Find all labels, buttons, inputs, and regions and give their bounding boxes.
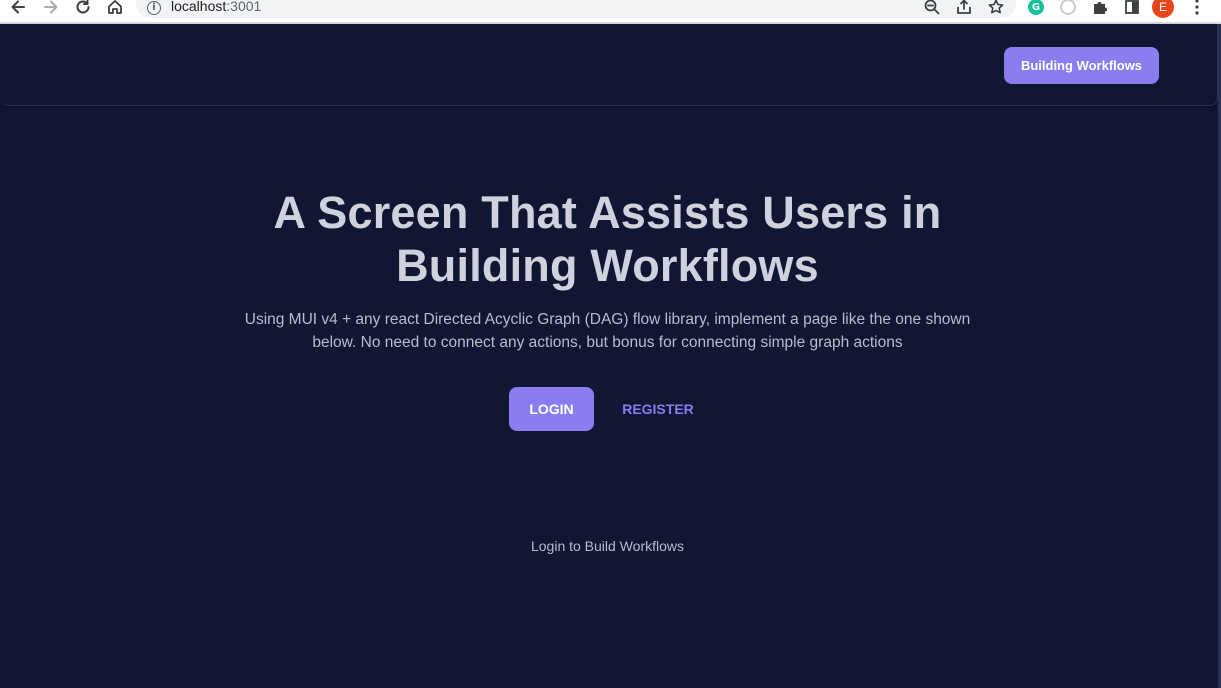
grammarly-icon[interactable]: G <box>1025 0 1047 18</box>
register-button[interactable]: REGISTER <box>612 387 704 431</box>
side-panel-icon[interactable] <box>1121 0 1143 18</box>
profile-initial: E <box>1152 0 1174 18</box>
kebab-menu-icon[interactable] <box>1186 0 1208 18</box>
url-host: localhost <box>171 0 227 14</box>
url-port: :3001 <box>226 0 262 14</box>
hero-title: A Screen That Assists Users in Building … <box>273 187 942 291</box>
profile-avatar[interactable]: E <box>1152 0 1174 18</box>
address-bar[interactable]: i localhost:3001 <box>136 0 1016 18</box>
hero-subtitle: Using MUI v4 + any react Directed Acycli… <box>244 311 971 351</box>
building-workflows-button[interactable]: Building Workflows <box>1004 47 1159 84</box>
app-bar: Building Workflows <box>0 24 1218 106</box>
home-icon[interactable] <box>104 0 126 18</box>
forward-arrow-icon[interactable] <box>40 0 62 18</box>
puzzle-extensions-icon[interactable] <box>1089 0 1111 18</box>
star-icon[interactable] <box>985 0 1007 18</box>
back-arrow-icon[interactable] <box>7 0 29 18</box>
browser-toolbar: i localhost:3001 G E <box>0 0 1221 24</box>
extension-ring-icon[interactable] <box>1057 0 1079 18</box>
login-button[interactable]: LOGIN <box>509 387 594 431</box>
page-body: Building Workflows A Screen That Assists… <box>0 24 1221 688</box>
url-text[interactable]: localhost:3001 <box>171 0 261 14</box>
footer-login-hint: Login to Build Workflows <box>530 538 685 554</box>
zoom-out-icon[interactable] <box>921 0 943 18</box>
info-icon[interactable]: i <box>147 1 161 15</box>
share-icon[interactable] <box>953 0 975 18</box>
reload-icon[interactable] <box>72 0 94 18</box>
grammarly-letter: G <box>1028 0 1044 15</box>
